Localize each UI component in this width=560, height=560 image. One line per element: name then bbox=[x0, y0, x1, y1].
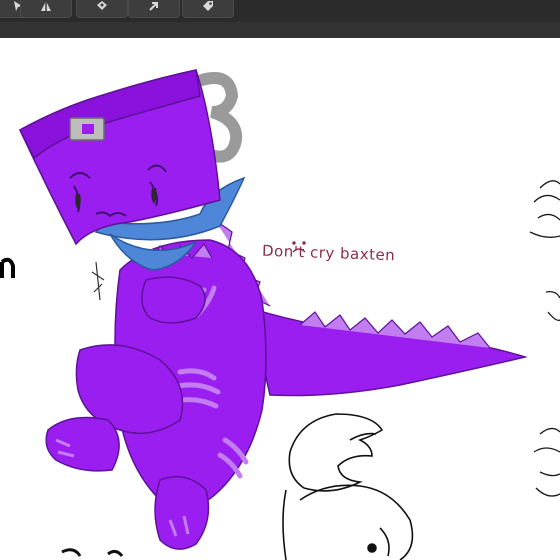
bottom-foot bbox=[154, 475, 210, 550]
toolbar bbox=[0, 0, 560, 39]
right-sketches bbox=[529, 180, 560, 497]
left-foot bbox=[45, 416, 120, 472]
letter-fragment bbox=[0, 257, 15, 278]
toolbar-strip bbox=[0, 22, 560, 38]
sketch-squiggle bbox=[91, 261, 105, 301]
arrow-icon bbox=[149, 2, 158, 11]
bottom-sketch bbox=[282, 413, 414, 560]
tool-button-3[interactable] bbox=[76, 0, 128, 18]
tool-button-4[interactable] bbox=[128, 0, 180, 18]
latch-hole bbox=[82, 124, 94, 134]
tail bbox=[248, 306, 528, 397]
tag-icon bbox=[203, 1, 213, 11]
arms bbox=[141, 276, 206, 324]
fill-icon bbox=[97, 1, 107, 10]
drawing-canvas[interactable]: Don't cry baxten bbox=[0, 38, 560, 560]
bottom-left-fragment bbox=[61, 548, 82, 557]
tool-button-5[interactable] bbox=[182, 0, 234, 18]
artwork bbox=[0, 69, 560, 560]
tool-button-2[interactable] bbox=[20, 0, 72, 18]
shape-icon bbox=[41, 1, 51, 11]
bottom-left-fragment-2 bbox=[107, 549, 124, 557]
